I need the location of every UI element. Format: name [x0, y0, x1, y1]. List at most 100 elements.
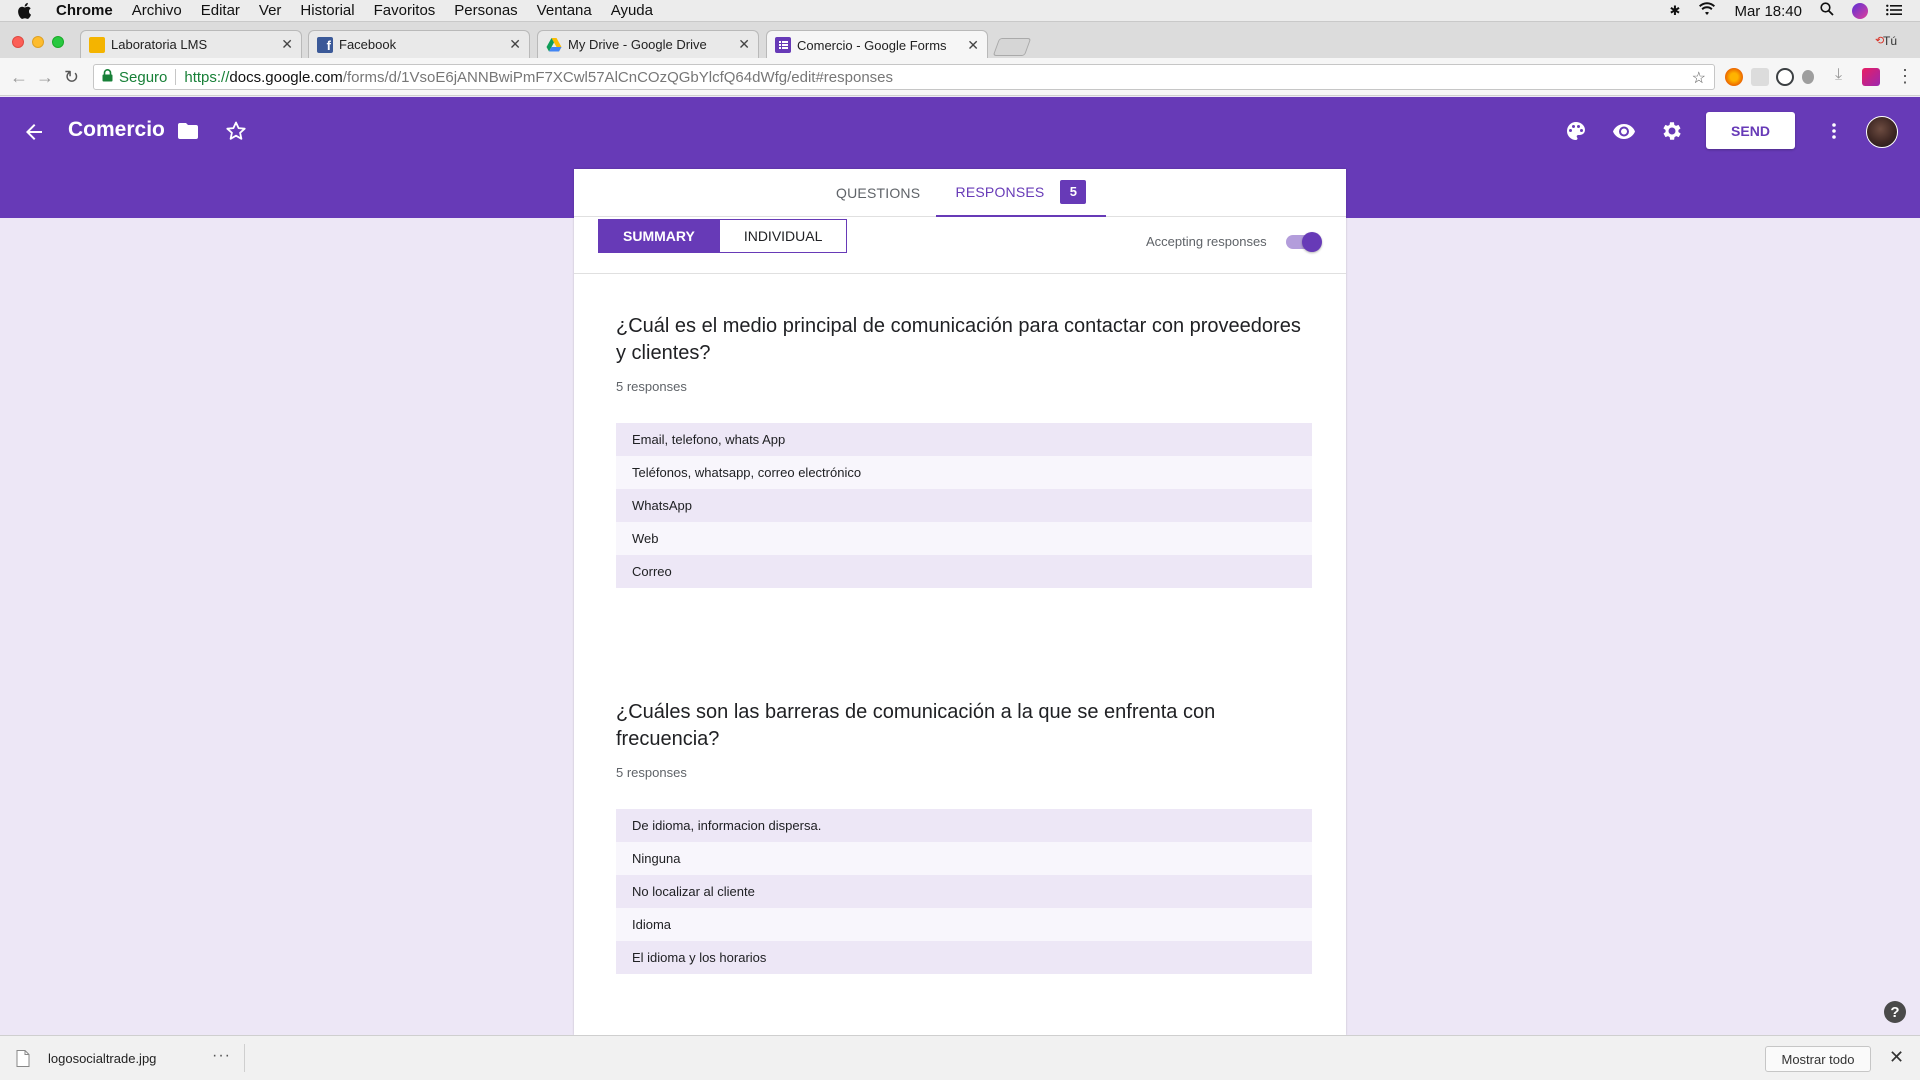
menubar-clock[interactable]: Mar 18:40 [1734, 3, 1802, 20]
menu-editar[interactable]: Editar [201, 2, 240, 19]
answer-row: Email, telefono, whats App [616, 423, 1312, 456]
spotlight-search-icon[interactable] [1820, 2, 1834, 20]
drive-icon [546, 37, 562, 53]
palette-icon[interactable] [1564, 119, 1588, 143]
avatar[interactable] [1866, 116, 1898, 148]
chrome-menu-icon[interactable]: ⋮ [1896, 66, 1914, 86]
apple-icon[interactable] [16, 1, 36, 21]
answer-row: Web [616, 522, 1312, 555]
new-tab-button[interactable] [992, 38, 1032, 56]
answer-row: Idioma [616, 908, 1312, 941]
close-icon[interactable]: ✕ [738, 36, 750, 53]
close-icon[interactable]: ✕ [281, 36, 293, 53]
profile-icon: ⟲ [1875, 35, 1885, 47]
summary-button[interactable]: SUMMARY [598, 219, 720, 253]
question-summary: ¿Cuál es el medio principal de comunicac… [616, 313, 1312, 588]
omnibox-divider [175, 69, 177, 85]
response-count: 5 responses [616, 765, 687, 780]
answer-list: Email, telefono, whats App Teléfonos, wh… [616, 423, 1312, 588]
url-path: /forms/d/1VsoE6jANNBwiPmF7XCwl57AlCnCOzQ… [342, 68, 894, 86]
back-arrow-icon[interactable] [22, 120, 46, 144]
question-title: ¿Cuál es el medio principal de comunicac… [616, 315, 1301, 364]
window-maximize-button[interactable] [52, 36, 64, 48]
answer-row: Ninguna [616, 842, 1312, 875]
siri-icon[interactable] [1852, 3, 1868, 19]
accepting-responses-toggle[interactable] [1284, 232, 1322, 252]
url-scheme: https:// [184, 68, 230, 86]
divider [574, 273, 1346, 274]
mac-menubar: Chrome Archivo Editar Ver Historial Favo… [0, 0, 1920, 22]
menu-ventana[interactable]: Ventana [537, 2, 592, 19]
tab-title: Facebook [339, 37, 397, 52]
close-icon[interactable]: ✕ [967, 37, 979, 54]
preview-eye-icon[interactable] [1612, 119, 1636, 143]
forward-arrow-icon[interactable]: → [36, 67, 54, 88]
tab-title: Laboratoria LMS [111, 37, 208, 52]
profile-user-label[interactable]: Tú [1883, 34, 1897, 48]
show-all-button[interactable]: Mostrar todo [1765, 1046, 1871, 1072]
tab-questions[interactable]: QUESTIONS [836, 169, 920, 217]
help-button[interactable]: ? [1884, 1001, 1906, 1023]
browser-tab-facebook[interactable]: f Facebook ✕ [308, 30, 530, 58]
extension-pin-icon[interactable] [1802, 70, 1814, 84]
menu-historial[interactable]: Historial [300, 2, 354, 19]
back-arrow-icon[interactable]: ← [10, 67, 28, 88]
file-icon [16, 1050, 30, 1067]
form-tabs: QUESTIONS RESPONSES 5 [574, 169, 1346, 217]
answer-row: No localizar al cliente [616, 875, 1312, 908]
extension-flame-icon[interactable] [1725, 68, 1743, 86]
send-button[interactable]: SEND [1706, 112, 1795, 149]
tab-responses[interactable]: RESPONSES 5 [936, 169, 1106, 217]
browser-toolbar: ← → ↻ Seguro https:// docs.google.com /f… [0, 58, 1920, 96]
lock-icon[interactable] [102, 68, 113, 86]
answer-row: WhatsApp [616, 489, 1312, 522]
view-toggle: SUMMARY INDIVIDUAL [598, 219, 848, 253]
download-bar: logosocialtrade.jpg ··· Mostrar todo ✕ [0, 1035, 1920, 1080]
folder-icon[interactable] [176, 119, 200, 143]
star-icon[interactable] [224, 119, 248, 143]
answer-row: El idioma y los horarios [616, 941, 1312, 974]
download-filename[interactable]: logosocialtrade.jpg [48, 1051, 156, 1066]
wifi-icon[interactable] [1698, 2, 1716, 20]
responses-card: QUESTIONS RESPONSES 5 SUMMARY INDIVIDUAL… [574, 169, 1346, 1035]
download-icon[interactable]: ⤓ [1835, 66, 1853, 84]
question-title: ¿Cuáles son las barreras de comunicación… [616, 701, 1216, 750]
individual-button[interactable]: INDIVIDUAL [719, 219, 848, 253]
facebook-icon: f [317, 36, 333, 53]
url-host: docs.google.com [229, 68, 343, 86]
answer-row: Correo [616, 555, 1312, 588]
form-title[interactable]: Comercio [68, 118, 165, 142]
bookmark-star-icon[interactable]: ☆ [1692, 68, 1706, 88]
forms-icon [775, 37, 791, 53]
bluetooth-icon[interactable]: ✱ [1670, 3, 1681, 19]
browser-tab-drive[interactable]: My Drive - Google Drive ✕ [537, 30, 759, 58]
answer-row: De idioma, informacion dispersa. [616, 809, 1312, 842]
menu-personas[interactable]: Personas [454, 2, 517, 19]
secure-label: Seguro [119, 68, 168, 86]
download-more-button[interactable]: ··· [212, 1047, 231, 1065]
accepting-responses-label: Accepting responses [1146, 234, 1267, 249]
menu-app-name[interactable]: Chrome [56, 2, 113, 19]
response-count: 5 responses [616, 379, 687, 394]
menu-favoritos[interactable]: Favoritos [374, 2, 436, 19]
browser-tab-forms[interactable]: Comercio - Google Forms ✕ [766, 30, 988, 59]
extension-dropbox-icon[interactable] [1751, 68, 1769, 86]
menu-ayuda[interactable]: Ayuda [611, 2, 653, 19]
extension-paint-icon[interactable] [1862, 68, 1880, 86]
browser-tab-laboratoria[interactable]: Laboratoria LMS ✕ [80, 30, 302, 58]
more-vert-icon[interactable] [1822, 119, 1846, 143]
address-bar[interactable]: Seguro https:// docs.google.com /forms/d… [93, 64, 1715, 90]
browser-tab-strip: Laboratoria LMS ✕ f Facebook ✕ My Drive … [0, 22, 1920, 59]
divider [244, 1044, 245, 1072]
laboratoria-icon [89, 36, 105, 53]
close-icon[interactable]: ✕ [509, 36, 521, 53]
close-icon[interactable]: ✕ [1889, 1047, 1904, 1068]
menu-archivo[interactable]: Archivo [132, 2, 182, 19]
notification-center-icon[interactable] [1886, 3, 1902, 20]
extension-block-icon[interactable] [1776, 68, 1794, 86]
window-minimize-button[interactable] [32, 36, 44, 48]
window-close-button[interactable] [12, 36, 24, 48]
settings-gear-icon[interactable] [1660, 119, 1684, 143]
reload-icon[interactable]: ↻ [64, 67, 79, 88]
menu-ver[interactable]: Ver [259, 2, 282, 19]
